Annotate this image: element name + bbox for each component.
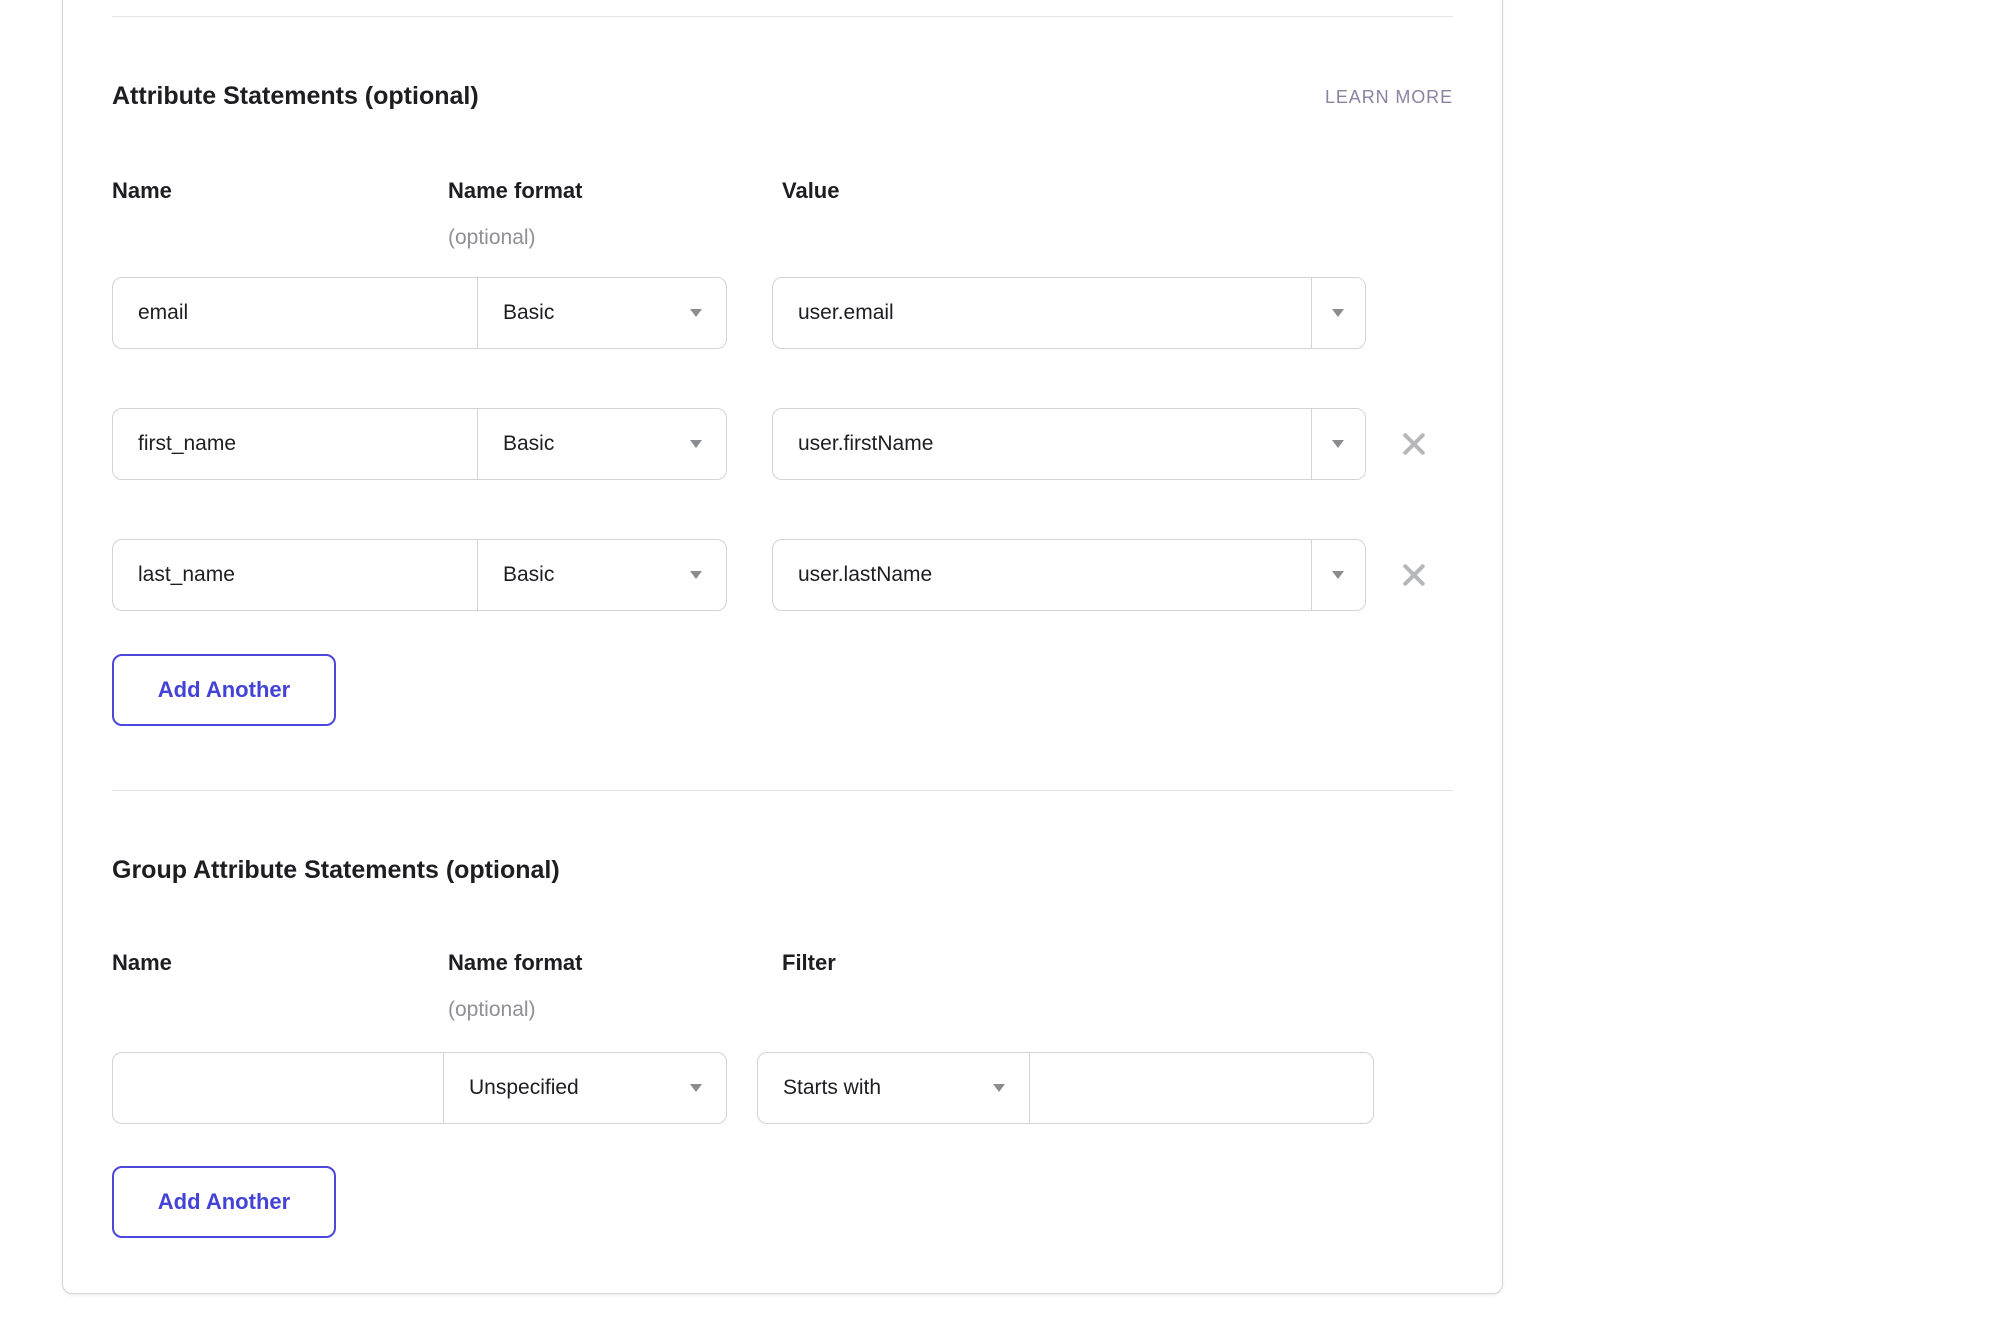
remove-row-button[interactable] xyxy=(1394,424,1434,464)
chevron-down-icon xyxy=(1332,440,1344,448)
filter-type-selected-value: Starts with xyxy=(783,1076,881,1100)
settings-card-content: Attribute Statements (optional) LEARN MO… xyxy=(0,0,1994,1342)
remove-row-button[interactable] xyxy=(1394,555,1434,595)
value-dropdown-toggle[interactable] xyxy=(1311,278,1365,348)
column-header-filter: Filter xyxy=(782,950,836,976)
chevron-down-icon xyxy=(1332,571,1344,579)
value-dropdown-toggle[interactable] xyxy=(1311,409,1365,479)
value-combobox-group xyxy=(772,539,1366,611)
saml-settings-page: Attribute Statements (optional) LEARN MO… xyxy=(0,0,1994,1342)
close-icon xyxy=(1399,560,1429,590)
attribute-row: Basic xyxy=(112,408,1453,480)
name-format-selected-value: Basic xyxy=(503,563,554,587)
column-header-name-format: Name format xyxy=(448,178,582,204)
value-dropdown-toggle[interactable] xyxy=(1311,540,1365,610)
filter-group: Starts with xyxy=(757,1052,1374,1124)
column-header-name: Name xyxy=(112,178,172,204)
chevron-down-icon xyxy=(690,571,702,579)
group-attribute-statements-title: Group Attribute Statements (optional) xyxy=(112,856,560,885)
group-attribute-row: Unspecified Starts with xyxy=(112,1052,1453,1124)
column-header-name: Name xyxy=(112,950,172,976)
add-another-group-attribute-button[interactable]: Add Another xyxy=(112,1166,336,1238)
attribute-name-input[interactable] xyxy=(113,409,477,479)
name-format-optional-hint: (optional) xyxy=(448,226,536,250)
name-and-format-group: Basic xyxy=(112,277,727,349)
chevron-down-icon xyxy=(690,440,702,448)
attribute-value-input[interactable] xyxy=(773,278,1311,348)
filter-type-select[interactable]: Starts with xyxy=(758,1053,1030,1123)
attribute-value-input[interactable] xyxy=(773,540,1311,610)
name-format-optional-hint: (optional) xyxy=(448,998,536,1022)
section-divider-middle xyxy=(112,790,1453,791)
name-format-select[interactable]: Basic xyxy=(477,540,726,610)
add-another-attribute-button[interactable]: Add Another xyxy=(112,654,336,726)
attribute-statements-title: Attribute Statements (optional) xyxy=(112,82,479,111)
chevron-down-icon xyxy=(690,309,702,317)
column-header-name-format: Name format xyxy=(448,950,582,976)
column-header-value: Value xyxy=(782,178,839,204)
attribute-row: Basic xyxy=(112,277,1453,349)
filter-value-input[interactable] xyxy=(1030,1053,1373,1123)
learn-more-link[interactable]: LEARN MORE xyxy=(1325,87,1453,108)
close-icon xyxy=(1399,429,1429,459)
name-and-format-group: Basic xyxy=(112,408,727,480)
value-combobox-group xyxy=(772,408,1366,480)
name-format-select[interactable]: Basic xyxy=(477,278,726,348)
name-format-selected-value: Unspecified xyxy=(469,1076,579,1100)
name-and-format-group: Unspecified xyxy=(112,1052,727,1124)
chevron-down-icon xyxy=(690,1084,702,1092)
attribute-name-input[interactable] xyxy=(113,278,477,348)
attribute-row: Basic xyxy=(112,539,1453,611)
name-format-selected-value: Basic xyxy=(503,301,554,325)
group-name-format-select[interactable]: Unspecified xyxy=(443,1053,726,1123)
attribute-name-input[interactable] xyxy=(113,540,477,610)
value-combobox-group xyxy=(772,277,1366,349)
attribute-value-input[interactable] xyxy=(773,409,1311,479)
section-divider-top xyxy=(112,16,1453,17)
group-attribute-name-input[interactable] xyxy=(113,1053,443,1123)
name-format-selected-value: Basic xyxy=(503,432,554,456)
name-and-format-group: Basic xyxy=(112,539,727,611)
chevron-down-icon xyxy=(993,1084,1005,1092)
chevron-down-icon xyxy=(1332,309,1344,317)
name-format-select[interactable]: Basic xyxy=(477,409,726,479)
